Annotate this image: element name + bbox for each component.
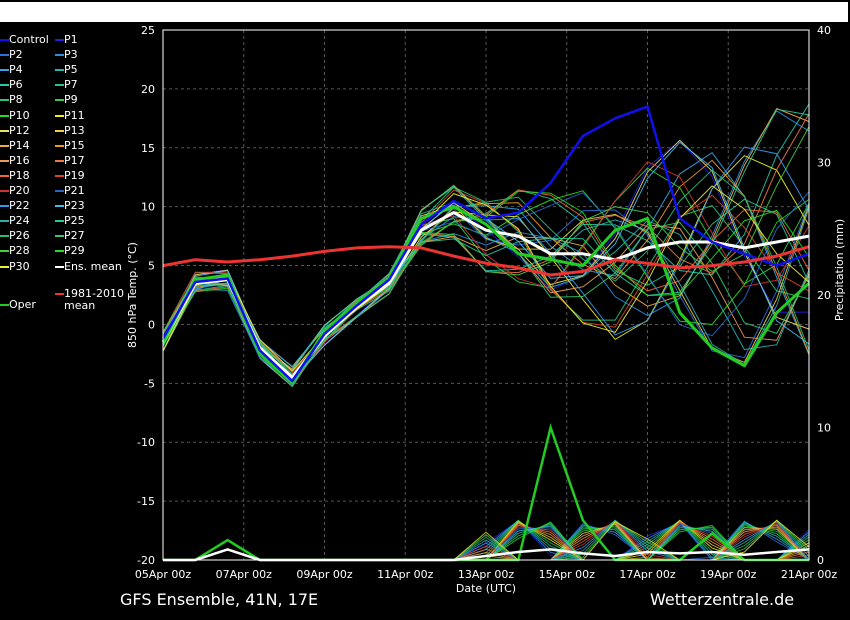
y-right-tick-label: 10 — [817, 422, 831, 435]
y-tick-label: 0 — [148, 318, 155, 331]
legend-swatch — [55, 250, 64, 253]
y-tick-label: 5 — [148, 260, 155, 273]
legend-swatch — [0, 84, 9, 87]
legend-swatch — [55, 54, 64, 57]
x-tick-label: 13Apr 00z — [458, 568, 515, 581]
legend-label: Oper — [9, 298, 36, 311]
legend-label: P1 — [64, 33, 78, 46]
legend-label: P19 — [64, 168, 85, 182]
grid — [163, 30, 809, 560]
legend-swatch — [0, 304, 9, 306]
legend-label: P2 — [9, 48, 23, 62]
x-tick-label: 21Apr 00z — [781, 568, 838, 581]
y-tick-label: -20 — [137, 554, 155, 567]
legend-swatch — [55, 190, 64, 192]
legend-label: P8 — [9, 93, 23, 107]
legend-swatch — [55, 265, 64, 268]
y-tick-label: -10 — [137, 436, 155, 449]
x-tick-label: 07Apr 00z — [216, 568, 273, 581]
x-tick-label: 05Apr 00z — [135, 568, 192, 581]
legend-swatch — [55, 84, 64, 87]
legend-label: P30 — [9, 259, 30, 273]
legend-swatch — [0, 159, 9, 162]
legend-swatch — [55, 174, 64, 177]
x-axis-label: Date (UTC) — [456, 582, 516, 595]
legend-swatch — [0, 265, 9, 268]
legend-swatch — [55, 99, 64, 102]
legend-label: P12 — [9, 123, 30, 137]
legend-label: P13 — [64, 123, 85, 137]
legend-label: P27 — [64, 229, 85, 243]
model-info: GFS Ensemble, 41N, 17E — [120, 590, 319, 609]
y-right-tick-label: 30 — [817, 157, 831, 170]
y-axis-right-label: Precipitation (mm) — [833, 219, 846, 321]
legend-label: P29 — [64, 244, 85, 258]
legend-swatch — [55, 114, 64, 117]
y-tick-label: -5 — [144, 377, 155, 390]
legend-label: P5 — [64, 63, 78, 77]
legend-swatch — [0, 99, 9, 102]
x-tick-label: 19Apr 00z — [700, 568, 757, 581]
legend-swatch — [55, 293, 64, 295]
legend-swatch — [0, 205, 9, 208]
legend-swatch — [0, 129, 9, 132]
legend-label: P18 — [9, 168, 30, 182]
legend-label: P9 — [64, 93, 78, 107]
x-tick-label: 09Apr 00z — [296, 568, 353, 581]
legend-swatch — [0, 69, 9, 72]
legend-label: P10 — [9, 108, 30, 122]
legend-label: P21 — [64, 184, 85, 197]
legend-label: P14 — [9, 138, 30, 152]
y-right-tick-label: 20 — [817, 289, 831, 302]
legend-swatch — [55, 129, 64, 132]
legend-swatch — [55, 235, 64, 238]
legend-swatch — [55, 144, 64, 147]
legend-label: P24 — [9, 214, 30, 228]
legend-swatch — [0, 220, 9, 223]
legend-label: P7 — [64, 78, 78, 92]
legend-label: P23 — [64, 199, 85, 213]
x-tick-label: 11Apr 00z — [377, 568, 434, 581]
legend-label: Control — [9, 33, 49, 46]
legend-swatch — [0, 174, 9, 177]
y-tick-label: 20 — [141, 83, 155, 96]
legend-label: P17 — [64, 153, 85, 167]
legend-label: 1981-2010 mean — [64, 287, 124, 312]
x-tick-label: 17Apr 00z — [619, 568, 676, 581]
legend-swatch — [0, 250, 9, 253]
legend-label: P16 — [9, 153, 30, 167]
ensemble-member-line — [162, 146, 810, 368]
legend-swatch — [0, 54, 9, 57]
legend-label: P26 — [9, 229, 30, 243]
legend-swatch — [55, 205, 64, 208]
legend-swatch — [0, 190, 9, 192]
legend-label: Ens. mean — [64, 259, 122, 273]
legend-swatch — [0, 144, 9, 147]
y-tick-label: 10 — [141, 201, 155, 214]
legend-label: P15 — [64, 138, 85, 152]
legend-label: P25 — [64, 214, 85, 228]
legend-label: P6 — [9, 78, 23, 92]
y-right-tick-label: 0 — [817, 554, 824, 567]
legend-swatch — [55, 39, 64, 41]
legend-swatch — [55, 159, 64, 162]
legend-label: P4 — [9, 63, 23, 77]
legend-swatch — [0, 114, 9, 117]
y-tick-label: 15 — [141, 142, 155, 155]
legend-swatch — [55, 220, 64, 223]
legend-swatch — [0, 235, 9, 238]
site-credit: Wetterzentrale.de — [650, 590, 795, 609]
x-tick-label: 15Apr 00z — [539, 568, 596, 581]
legend-swatch — [55, 69, 64, 72]
legend-label: P20 — [9, 184, 30, 197]
legend-label: P3 — [64, 48, 78, 62]
y-tick-label: -15 — [137, 495, 155, 508]
legend-label: P22 — [9, 199, 30, 213]
legend-label: P11 — [64, 108, 85, 122]
y-right-tick-label: 40 — [817, 24, 831, 37]
legend-label: P28 — [9, 244, 30, 258]
y-tick-label: 25 — [141, 24, 155, 37]
legend-swatch — [0, 39, 9, 41]
